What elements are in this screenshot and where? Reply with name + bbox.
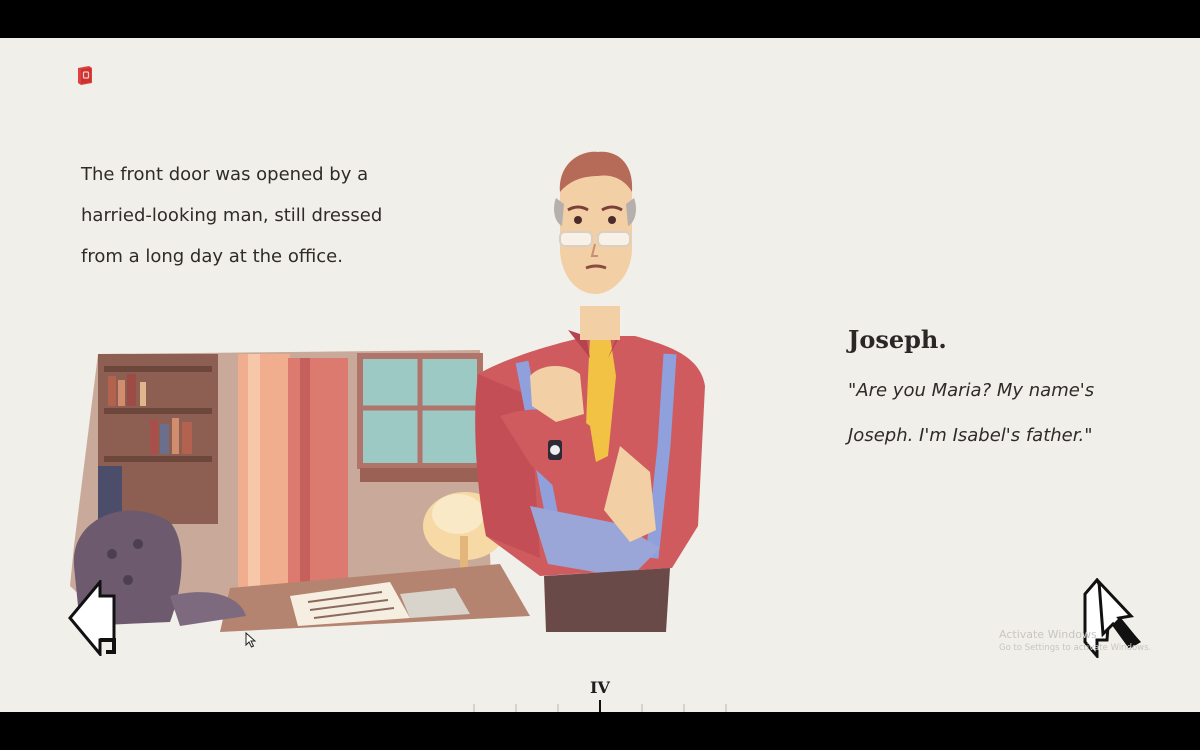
narration-line: harried-looking man, still dressed <box>81 205 383 226</box>
letterbox-bottom <box>0 712 1200 750</box>
book-icon[interactable] <box>76 65 94 85</box>
dialogue-line: Joseph. I'm Isabel's father." <box>848 425 1093 446</box>
watermark-subtitle: Go to Settings to activate Windows. <box>999 643 1152 653</box>
activation-watermark: Activate Windows Go to Settings to activ… <box>999 628 1151 653</box>
speaker-name: Joseph. <box>848 325 947 354</box>
watermark-title: Activate Windows <box>999 628 1097 641</box>
letterbox-top <box>0 0 1200 38</box>
narration-line: The front door was opened by a <box>81 164 369 185</box>
chapter-numeral: IV <box>590 678 610 697</box>
chapter-timeline[interactable] <box>470 700 730 712</box>
mouse-cursor-icon <box>245 632 257 648</box>
arrow-left-icon[interactable] <box>66 580 122 656</box>
dialogue-text: "Are you Maria? My name's Joseph. I'm Is… <box>848 368 1168 458</box>
scene-illustration <box>70 306 705 632</box>
narration-text: The front door was opened by a harried-l… <box>81 154 411 277</box>
story-page: The front door was opened by a harried-l… <box>0 38 1200 712</box>
character-head <box>554 151 636 294</box>
dialogue-line: "Are you Maria? My name's <box>848 380 1095 401</box>
narration-line: from a long day at the office. <box>81 246 343 267</box>
